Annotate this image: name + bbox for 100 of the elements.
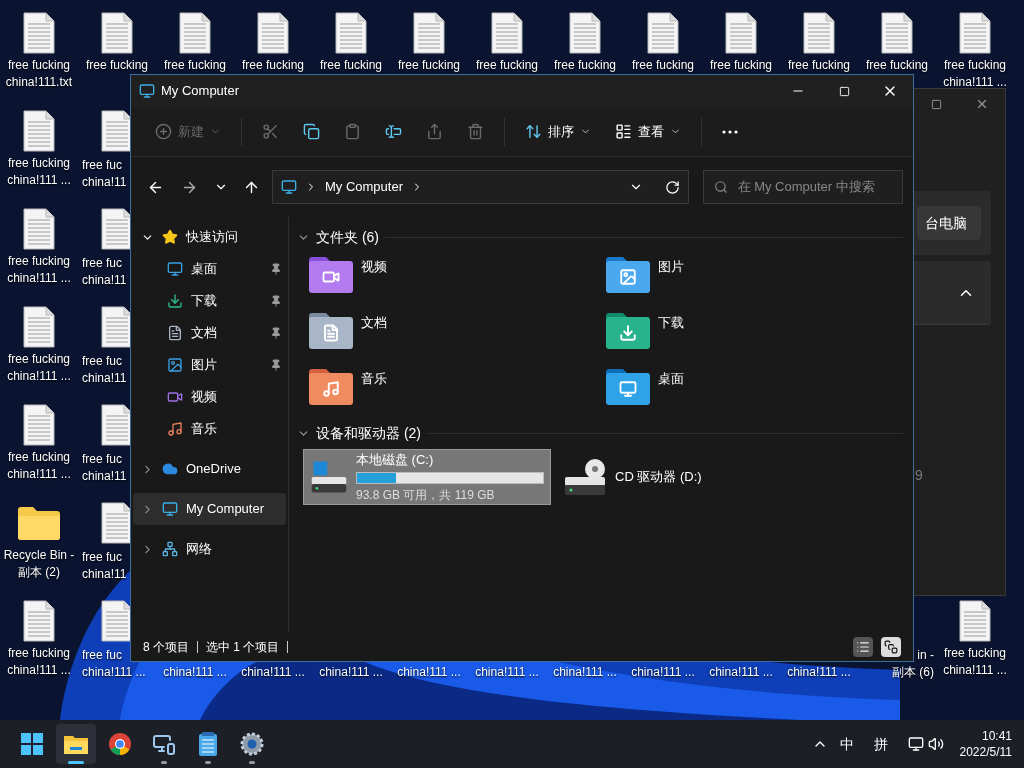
ime-indicator[interactable]: 拼 (865, 733, 896, 755)
document-icon (881, 12, 913, 54)
drive-item[interactable]: CD 驱动器 (D:) (557, 449, 805, 505)
desktop-icon-label: free fucking (7, 155, 70, 172)
search-field[interactable]: 在 My Computer 中搜索 (702, 170, 903, 204)
address-bar[interactable]: My Computer (272, 170, 689, 204)
trash-icon (467, 123, 484, 140)
document-icon (101, 306, 133, 348)
sidebar-item[interactable]: 下载 (131, 285, 288, 317)
folder-item[interactable]: 音乐 (309, 365, 395, 415)
folder-item[interactable]: 桌面 (606, 365, 692, 415)
document-icon (725, 12, 757, 54)
ime-mode[interactable]: 中 (831, 733, 862, 755)
section-header: 文件夹 (6) (316, 227, 379, 247)
desktop-icon-label: free fucking (631, 57, 694, 74)
squares-icon (884, 640, 898, 654)
folder-icon (309, 257, 353, 293)
sort-icon (525, 123, 542, 140)
document-icon (23, 404, 55, 446)
document-icon (101, 502, 133, 544)
clock-time[interactable]: 10:41 (981, 728, 1012, 744)
desktop-icon-label: free fucking (553, 57, 616, 74)
folder-icon (606, 369, 650, 405)
desktop-icon-label: free fuc (82, 353, 123, 370)
info-text: 9 (915, 466, 924, 485)
desktop-icon-label: china!111 ... (7, 662, 71, 679)
refresh-icon[interactable] (664, 179, 680, 195)
drive-name: 本地磁盘 (C:) (356, 451, 435, 470)
document-icon (101, 12, 133, 54)
sidebar-item[interactable]: 图片 (131, 349, 288, 381)
breadcrumb[interactable]: My Computer (325, 177, 403, 197)
sidebar-item[interactable]: 音乐 (131, 413, 288, 445)
desktop-icon-label: china!111 ... (163, 664, 227, 681)
running-indicator (249, 761, 255, 764)
sidebar-item[interactable]: My Computer (133, 493, 286, 525)
videos-icon (167, 389, 183, 405)
toolbar-button[interactable]: 排序 (515, 113, 601, 150)
document-icon (101, 404, 133, 446)
details-view-button[interactable] (853, 637, 873, 657)
network-icon[interactable] (907, 736, 924, 752)
desktop-icon-label: free fucking (943, 645, 1006, 662)
desktop-icon-label: china!111 ... (943, 662, 1007, 679)
desktop-icon-label: free fuc (82, 647, 123, 664)
sidebar-item[interactable]: 文档 (131, 317, 288, 349)
desktop-icon-label: free fucking (943, 57, 1006, 74)
monitor-icon (152, 732, 176, 756)
sidebar-item[interactable]: 桌面 (131, 253, 288, 285)
rename-pc-button[interactable]: 台电脑 (917, 206, 981, 240)
sidebar-item[interactable]: 视频 (131, 381, 288, 413)
sidebar-item[interactable]: OneDrive (133, 453, 286, 485)
desktop-icon-label: free fucking (709, 57, 772, 74)
running-indicator (68, 761, 84, 764)
clock-date[interactable]: 2022/5/11 (959, 744, 1012, 760)
desktop-icon-label: free fucking (319, 57, 382, 74)
desktop-icon-label: china!111 ... (475, 664, 539, 681)
volume-icon[interactable] (927, 736, 944, 752)
folder-item[interactable]: 下载 (606, 309, 692, 359)
desktop-icon-label: china!11 (82, 468, 127, 485)
window-title: My Computer (161, 82, 240, 101)
toolbar-button[interactable]: 查看 (605, 113, 691, 150)
close-icon (975, 97, 989, 111)
document-icon (179, 12, 211, 54)
desktop-icon-label: china!111 ... (709, 664, 773, 681)
desktop-icon-label: china!111 ... (7, 270, 71, 287)
desktop-icon-label: china!111.txt (5, 74, 73, 91)
document-icon (569, 12, 601, 54)
desktop-icon-label: Recycle Bin - (3, 547, 75, 564)
copy-icon (303, 123, 320, 140)
search-icon (713, 180, 728, 194)
star-icon (162, 229, 178, 245)
desktop-icon-label: free fucking (7, 645, 70, 662)
scissors-icon (262, 123, 279, 140)
document-icon (959, 12, 991, 54)
desktop-icon-label: free fucking (7, 351, 70, 368)
share-icon (426, 123, 443, 140)
rename-icon (385, 123, 402, 140)
hard-drive-icon (563, 457, 607, 497)
desktop-icon-label: china!111 ... (7, 368, 71, 385)
document-icon (23, 208, 55, 250)
desktop-icon-label: in - (917, 647, 934, 664)
item-count: 8 个项目 (143, 639, 189, 656)
folder-item[interactable]: 视频 (309, 253, 395, 303)
document-icon (647, 12, 679, 54)
sidebar-item[interactable]: 快速访问 (133, 221, 286, 253)
desktop-icon-label: china!111 ... (319, 664, 383, 681)
document-icon (101, 110, 133, 152)
desktop-icon-label: china!11 (82, 174, 127, 191)
running-indicator (161, 761, 167, 764)
sidebar-item[interactable]: 网络 (133, 533, 286, 565)
documents-icon (167, 325, 183, 341)
large-icons-view-button[interactable] (881, 637, 901, 657)
taskbar-app[interactable] (56, 724, 96, 764)
folder-item[interactable]: 图片 (606, 253, 692, 303)
document-icon (101, 208, 133, 250)
windows-logo-icon (21, 733, 43, 755)
desktop-icon-label: free fucking (397, 57, 460, 74)
document-icon (959, 600, 991, 642)
drive-item[interactable]: 本地磁盘 (C:) 93.8 GB 可用，共 119 GB (303, 449, 551, 505)
downloads-icon (167, 293, 183, 309)
folder-item[interactable]: 文档 (309, 309, 395, 359)
